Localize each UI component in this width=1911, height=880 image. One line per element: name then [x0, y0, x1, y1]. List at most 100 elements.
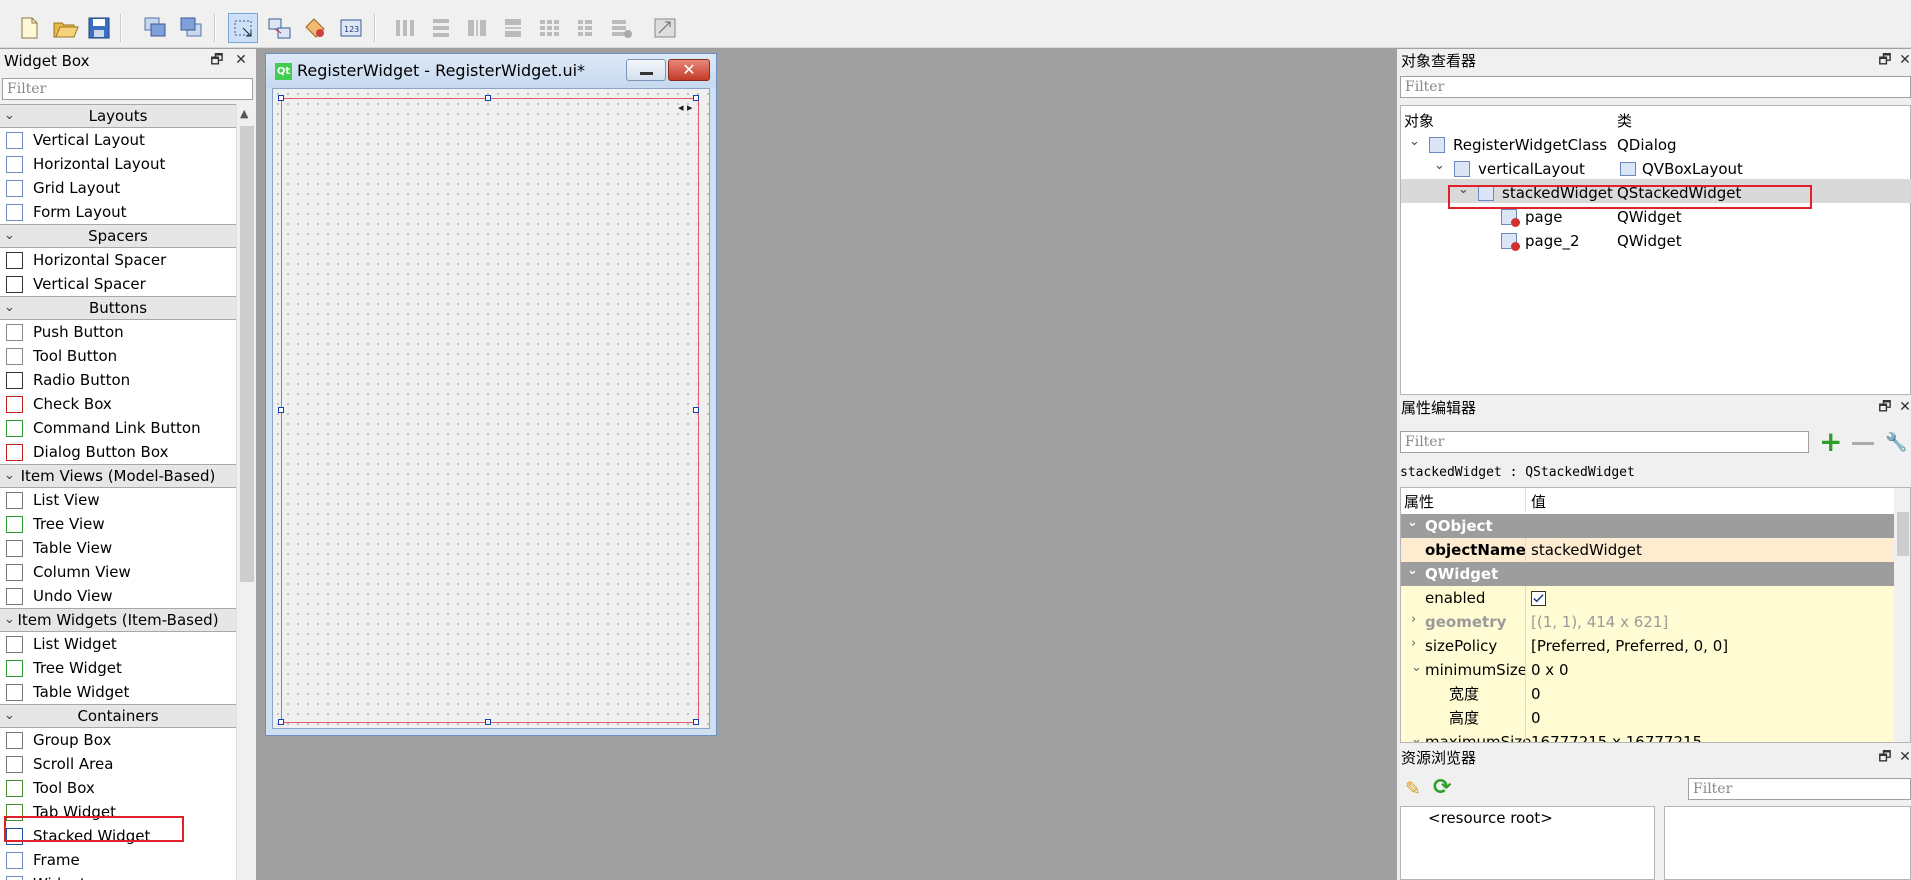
close-icon[interactable]: ✕ — [1897, 749, 1911, 765]
chevron-down-icon[interactable]: ⌄ — [4, 705, 15, 727]
widget-item[interactable]: Grid Layout — [0, 176, 236, 200]
resize-handle[interactable] — [693, 407, 699, 413]
configure-wrench-icon[interactable]: 🔧 — [1885, 432, 1907, 454]
layout-v-splitter-icon[interactable] — [498, 13, 528, 43]
form-title-bar[interactable]: Qt RegisterWidget - RegisterWidget.ui* ✕ — [266, 54, 716, 88]
open-folder-icon[interactable] — [50, 13, 80, 43]
property-row[interactable]: objectName stackedWidget — [1401, 538, 1894, 562]
property-section-header[interactable]: ⌄ QWidget — [1401, 562, 1894, 586]
resource-filter-input[interactable]: Filter — [1688, 778, 1911, 800]
property-row[interactable]: 宽度 0 — [1401, 682, 1894, 706]
resize-handle[interactable] — [278, 95, 284, 101]
resize-handle[interactable] — [693, 95, 699, 101]
property-value[interactable]: 0 x 0 — [1531, 658, 1569, 682]
property-section-header[interactable]: ⌄ QObject — [1401, 514, 1894, 538]
object-tree-row[interactable]: page_2 QWidget — [1401, 229, 1911, 253]
layout-form-icon[interactable] — [570, 13, 600, 43]
property-filter-input[interactable]: Filter — [1400, 431, 1809, 453]
chevron-down-icon[interactable]: ⌄ — [1407, 559, 1418, 583]
edit-signals-icon[interactable] — [264, 13, 294, 43]
chevron-down-icon[interactable]: ⌄ — [1409, 130, 1420, 154]
column-header-value[interactable]: 值 — [1531, 490, 1547, 514]
widget-item[interactable]: Tree Widget — [0, 656, 236, 680]
widget-item[interactable]: Table View — [0, 536, 236, 560]
chevron-down-icon[interactable]: ⌄ — [4, 297, 15, 319]
chevron-down-icon[interactable]: ⌄ — [1411, 728, 1422, 742]
new-file-icon[interactable] — [14, 13, 44, 43]
chevron-down-icon[interactable]: ⌄ — [4, 465, 15, 487]
widget-box-scrollbar[interactable]: ▲ — [236, 104, 256, 880]
adjust-size-icon[interactable] — [650, 13, 680, 43]
widget-item[interactable]: Table Widget — [0, 680, 236, 704]
category-header[interactable]: ⌄ Item Views (Model-Based) — [0, 464, 236, 488]
close-button[interactable]: ✕ — [668, 59, 710, 81]
category-header[interactable]: ⌄ Item Widgets (Item-Based) — [0, 608, 236, 632]
property-value[interactable]: stackedWidget — [1531, 538, 1642, 562]
property-value[interactable]: [(1, 1), 414 x 621] — [1531, 610, 1668, 634]
widget-item[interactable]: Dialog Button Box — [0, 440, 236, 464]
widget-item[interactable]: Check Box — [0, 392, 236, 416]
resize-handle[interactable] — [485, 95, 491, 101]
widget-item[interactable]: Undo View — [0, 584, 236, 608]
layout-horizontal-icon[interactable] — [390, 13, 420, 43]
property-value[interactable]: 0 — [1531, 682, 1541, 706]
category-header[interactable]: ⌄ Layouts — [0, 104, 236, 128]
widget-item[interactable]: Vertical Layout — [0, 128, 236, 152]
minimize-button[interactable] — [626, 59, 666, 81]
widget-item[interactable]: Command Link Button — [0, 416, 236, 440]
chevron-right-icon[interactable]: › — [1411, 632, 1416, 656]
widget-item[interactable]: Horizontal Layout — [0, 152, 236, 176]
resize-handle[interactable] — [278, 407, 284, 413]
chevron-down-icon[interactable]: ⌄ — [4, 105, 15, 127]
widget-item[interactable]: List View — [0, 488, 236, 512]
widget-item[interactable]: Push Button — [0, 320, 236, 344]
widget-item[interactable]: Tree View — [0, 512, 236, 536]
save-icon[interactable] — [84, 13, 114, 43]
object-tree-row[interactable]: ⌄ verticalLayout QVBoxLayout — [1401, 157, 1911, 181]
chevron-down-icon[interactable]: ⌄ — [1407, 511, 1418, 535]
widget-item[interactable]: Scroll Area — [0, 752, 236, 776]
property-value[interactable]: [Preferred, Preferred, 0, 0] — [1531, 634, 1728, 658]
layout-grid-icon[interactable] — [534, 13, 564, 43]
object-tree-row[interactable]: ⌄ RegisterWidgetClass QDialog — [1401, 133, 1911, 157]
resize-handle[interactable] — [693, 719, 699, 725]
object-inspector-filter-input[interactable]: Filter — [1400, 76, 1911, 98]
resize-handle[interactable] — [485, 719, 491, 725]
scroll-up-icon[interactable]: ▲ — [240, 107, 248, 120]
chevron-down-icon[interactable]: ⌄ — [1411, 656, 1422, 680]
category-header[interactable]: ⌄ Containers — [0, 704, 236, 728]
widget-item[interactable]: Radio Button — [0, 368, 236, 392]
edit-widgets-icon[interactable] — [228, 13, 258, 43]
edit-resources-icon[interactable]: ✎ — [1405, 778, 1421, 800]
property-row[interactable]: › geometry [(1, 1), 414 x 621] — [1401, 610, 1894, 634]
property-row[interactable]: enabled — [1401, 586, 1894, 610]
add-dynamic-property-icon[interactable]: + — [1819, 428, 1845, 456]
float-icon[interactable]: 🗗 — [1877, 52, 1893, 68]
property-scrollbar[interactable] — [1894, 488, 1910, 742]
property-row[interactable]: ⌄ minimumSize 0 x 0 — [1401, 658, 1894, 682]
resize-handle[interactable] — [278, 719, 284, 725]
scrollbar-thumb[interactable] — [240, 126, 254, 582]
chevron-right-icon[interactable]: › — [1411, 608, 1416, 632]
widget-box-filter-input[interactable]: Filter — [2, 78, 253, 100]
widget-item[interactable]: List Widget — [0, 632, 236, 656]
enabled-checkbox[interactable] — [1531, 591, 1546, 606]
category-header[interactable]: ⌄ Spacers — [0, 224, 236, 248]
widget-item[interactable]: Widget — [0, 872, 236, 880]
send-backward-icon[interactable] — [176, 13, 206, 43]
chevron-down-icon[interactable]: ⌄ — [4, 609, 15, 631]
widget-item[interactable]: Vertical Spacer — [0, 272, 236, 296]
close-icon[interactable]: ✕ — [233, 52, 249, 68]
float-icon[interactable]: 🗗 — [1877, 749, 1893, 765]
widget-item[interactable]: Tool Button — [0, 344, 236, 368]
widget-item[interactable]: Group Box — [0, 728, 236, 752]
edit-buddies-icon[interactable] — [300, 13, 330, 43]
column-header-class[interactable]: 类 — [1617, 109, 1633, 133]
layout-h-splitter-icon[interactable] — [462, 13, 492, 43]
form-window[interactable]: Qt RegisterWidget - RegisterWidget.ui* ✕… — [265, 53, 717, 736]
widget-item[interactable]: Tool Box — [0, 776, 236, 800]
property-row[interactable]: 高度 0 — [1401, 706, 1894, 730]
property-value[interactable]: 16777215 x 16777215 — [1531, 730, 1702, 742]
resource-root-item[interactable]: <resource root> — [1428, 809, 1553, 827]
widget-item[interactable]: Frame — [0, 848, 236, 872]
